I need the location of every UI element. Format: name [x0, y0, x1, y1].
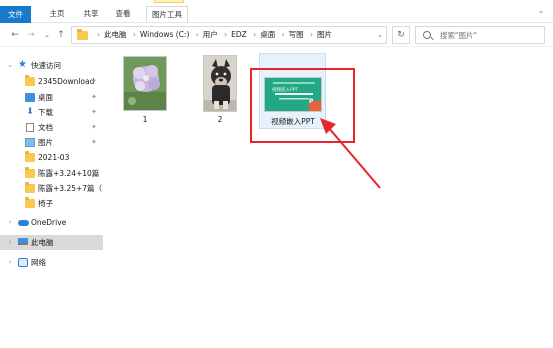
annotation-arrow: [320, 118, 381, 189]
